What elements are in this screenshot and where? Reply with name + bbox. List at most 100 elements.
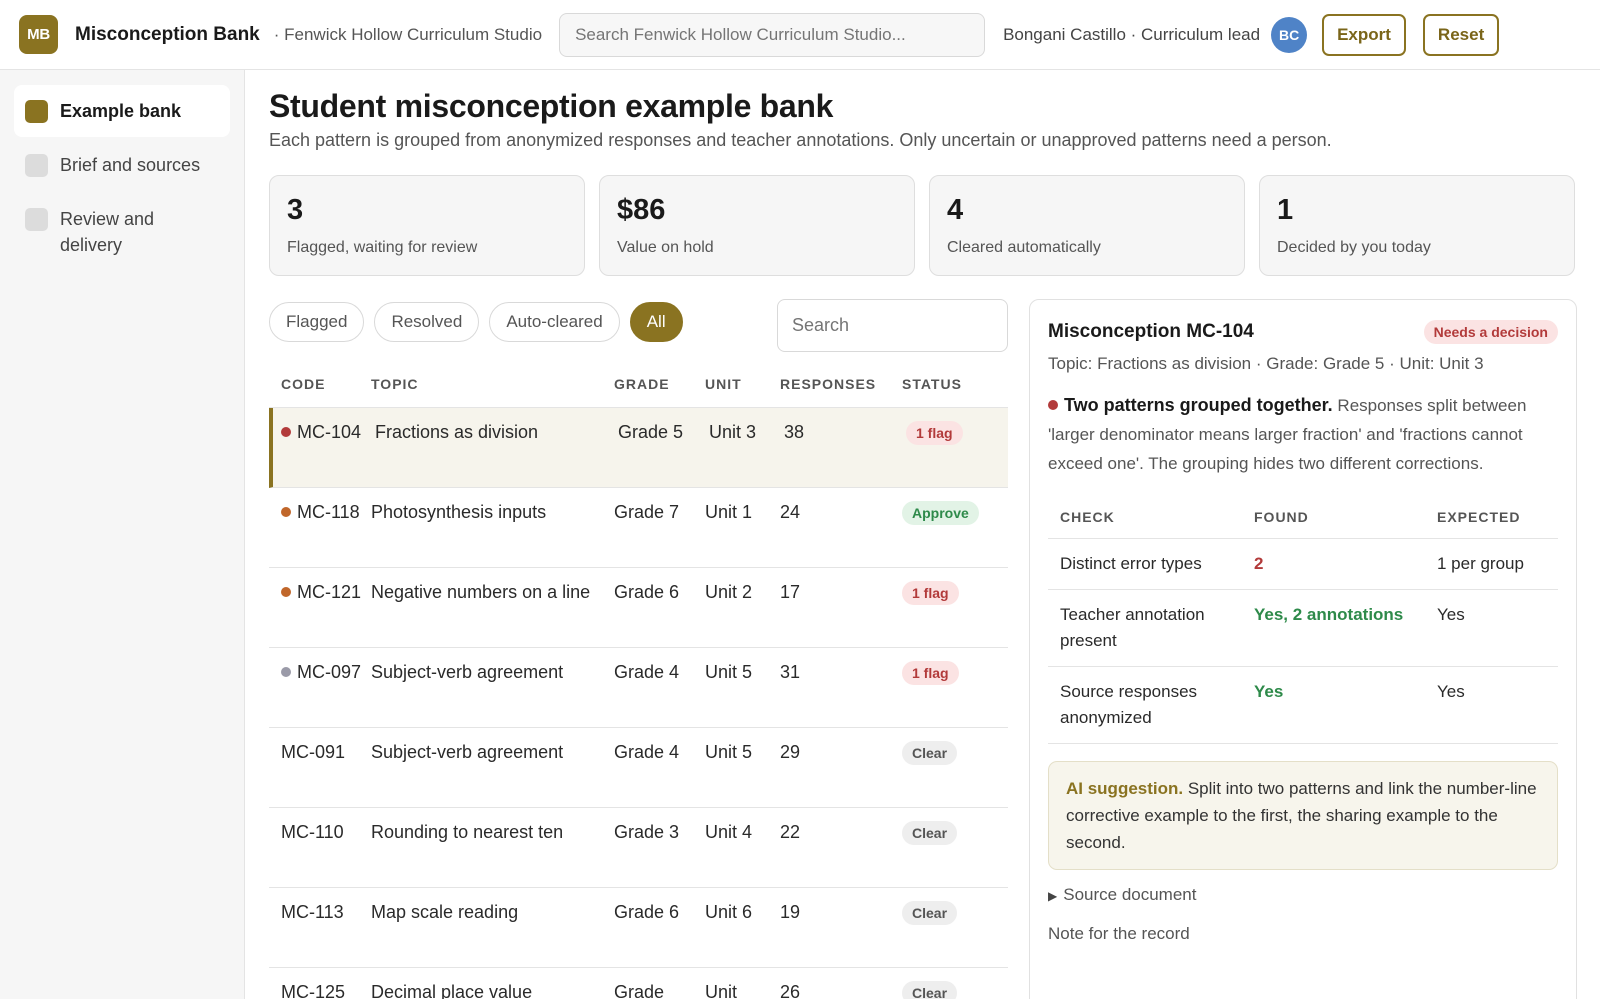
- table-row[interactable]: MC-091 Subject-verb agreement Grade 4 Unit …: [269, 728, 1008, 808]
- cell-responses: 38: [784, 422, 805, 442]
- cell-code: MC-121: [269, 579, 371, 647]
- status-badge: 1 flag: [902, 661, 959, 685]
- cell-status: Clear: [902, 899, 1008, 967]
- cell-unit: Unit 3: [709, 422, 757, 442]
- table-row[interactable]: MC-113 Map scale reading Grade 6 Unit 6 19 Cl…: [269, 888, 1008, 968]
- cell-topic: Rounding to nearest ten: [371, 822, 564, 842]
- cell-status: Approve: [902, 499, 1008, 567]
- cell-topic: Fractions as division: [375, 422, 539, 442]
- sidebar-item-brief-and-sources[interactable]: Brief and sources: [14, 139, 230, 191]
- reset-button[interactable]: Reset: [1422, 13, 1500, 56]
- check-found: Yes, 2 annotations: [1254, 605, 1404, 624]
- stat-card-flagged: 3 Flagged, waiting for review: [269, 175, 585, 276]
- table-row[interactable]: MC-121 Negative numbers on a line Grade 6 U…: [269, 568, 1008, 648]
- ai-suggestion: AI suggestion. Split into two patterns a…: [1048, 761, 1558, 870]
- filter-auto-cleared[interactable]: Auto-cleared: [489, 302, 620, 342]
- source-document-label: Source document: [1063, 885, 1197, 904]
- cell-code: MC-113: [269, 899, 371, 967]
- workspace-name: · Fenwick Hollow Curriculum Studio: [273, 24, 543, 44]
- stat-label: Cleared automatically: [947, 239, 1101, 256]
- cell-responses: 26: [780, 982, 801, 999]
- stats-row: 3 Flagged, waiting for review $86 Value …: [269, 175, 1576, 276]
- cell-topic: Negative numbers on a line: [371, 582, 591, 602]
- filter-chips: Flagged Resolved Auto-cleared All: [269, 302, 683, 342]
- table-row[interactable]: MC-110 Rounding to nearest ten Grade 3 Unit…: [269, 808, 1008, 888]
- column-header-code[interactable]: CODE: [269, 376, 371, 392]
- filter-resolved[interactable]: Resolved: [374, 302, 480, 342]
- checks-header: CHECK FOUND EXPECTED: [1048, 495, 1558, 539]
- cell-topic: Subject-verb agreement: [371, 662, 564, 682]
- detail-header: Misconception MC-104 Needs a decision: [1048, 320, 1558, 344]
- misconception-table: CODE TOPIC GRADE UNIT RESPONSES STATUS M…: [269, 360, 1008, 999]
- check-name: Teacher annotation present: [1060, 605, 1205, 650]
- cell-responses: 24: [780, 502, 801, 522]
- status-dot-icon: [281, 667, 291, 677]
- filter-all[interactable]: All: [629, 302, 683, 342]
- status-dot-icon: [281, 587, 291, 597]
- stat-value: 3: [287, 194, 304, 226]
- cell-status: 1 flag: [906, 419, 1008, 487]
- status-badge: Clear: [902, 981, 958, 999]
- summary-title: Two patterns grouped together.: [1064, 395, 1333, 415]
- stat-label: Decided by you today: [1277, 239, 1431, 256]
- code-text: MC-104: [297, 422, 362, 442]
- column-header-unit[interactable]: UNIT: [705, 376, 780, 392]
- export-button[interactable]: Export: [1322, 13, 1406, 56]
- table-row[interactable]: MC-104 Fractions as division Grade 5 Unit 3…: [269, 408, 1008, 488]
- stat-value: $86: [617, 194, 666, 226]
- app-title: Misconception Bank: [75, 23, 260, 45]
- cell-code: MC-110: [269, 819, 371, 887]
- nav-square-icon: [25, 154, 48, 177]
- cell-status: 1 flag: [902, 659, 1008, 727]
- cell-code: MC-104: [273, 419, 375, 487]
- cell-grade: Grade 6: [614, 902, 680, 922]
- detail-title: Misconception MC-104: [1048, 321, 1254, 342]
- table-row[interactable]: MC-118 Photosynthesis inputs Grade 7 Unit 1…: [269, 488, 1008, 568]
- table-header: CODE TOPIC GRADE UNIT RESPONSES STATUS: [269, 360, 1008, 408]
- page-subtitle: Each pattern is grouped from anonymized …: [269, 130, 1332, 150]
- ai-suggestion-label: AI suggestion.: [1066, 779, 1184, 798]
- cell-unit: Unit 4: [705, 822, 753, 842]
- cell-responses: 29: [780, 742, 801, 762]
- cell-status: Clear: [902, 979, 1008, 999]
- column-header-topic[interactable]: TOPIC: [371, 376, 614, 392]
- detail-meta: Topic: Fractions as division · Grade: Gr…: [1048, 354, 1484, 373]
- code-text: MC-110: [281, 822, 344, 842]
- column-header-expected: EXPECTED: [1437, 508, 1521, 525]
- cell-code: MC-125: [269, 979, 371, 999]
- check-expected: Yes: [1437, 682, 1465, 701]
- column-header-responses[interactable]: RESPONSES: [780, 376, 902, 392]
- check-found: 2: [1254, 554, 1264, 573]
- stat-value: 4: [947, 194, 964, 226]
- check-name: Distinct error types: [1060, 554, 1202, 573]
- column-header-grade[interactable]: GRADE: [614, 376, 705, 392]
- alert-dot-icon: [1048, 400, 1058, 410]
- main-content: Student misconception example bank Each …: [269, 70, 1577, 999]
- sidebar-item-review-and-delivery[interactable]: Review and delivery: [14, 193, 230, 271]
- sidebar-item-label: Brief and sources: [60, 155, 201, 175]
- detail-summary: Two patterns grouped together. Responses…: [1048, 391, 1558, 478]
- avatar[interactable]: BC: [1271, 16, 1308, 53]
- status-badge: Needs a decision: [1423, 320, 1558, 344]
- stat-card-decided: 1 Decided by you today: [1259, 175, 1575, 276]
- status-badge: Clear: [902, 741, 958, 765]
- cell-responses: 22: [780, 822, 801, 842]
- status-badge: Clear: [902, 821, 958, 845]
- check-row: Teacher annotation present Yes, 2 annotat…: [1048, 590, 1558, 667]
- table-row[interactable]: MC-097 Subject-verb agreement Grade 4 Unit …: [269, 648, 1008, 728]
- code-text: MC-118: [297, 502, 360, 522]
- table-search-input[interactable]: [777, 299, 1008, 352]
- top-bar: MB Misconception Bank · Fenwick Hollow C…: [0, 0, 1600, 70]
- status-badge: Clear: [902, 901, 958, 925]
- stat-card-cleared: 4 Cleared automatically: [929, 175, 1245, 276]
- table-row[interactable]: MC-125 Decimal place value Grade Unit 26 Clea…: [269, 968, 1008, 999]
- source-document-toggle[interactable]: ▶ Source document: [1048, 885, 1558, 905]
- sidebar-item-example-bank[interactable]: Example bank: [14, 85, 230, 137]
- global-search-input[interactable]: [559, 12, 986, 57]
- cell-responses: 31: [780, 662, 801, 682]
- cell-code: MC-091: [269, 739, 371, 807]
- checks-body: Distinct error types 2 1 per group Teacher …: [1048, 539, 1558, 744]
- column-header-status[interactable]: STATUS: [902, 376, 1008, 392]
- cell-grade: Grade 5: [618, 422, 684, 442]
- filter-flagged[interactable]: Flagged: [269, 302, 365, 342]
